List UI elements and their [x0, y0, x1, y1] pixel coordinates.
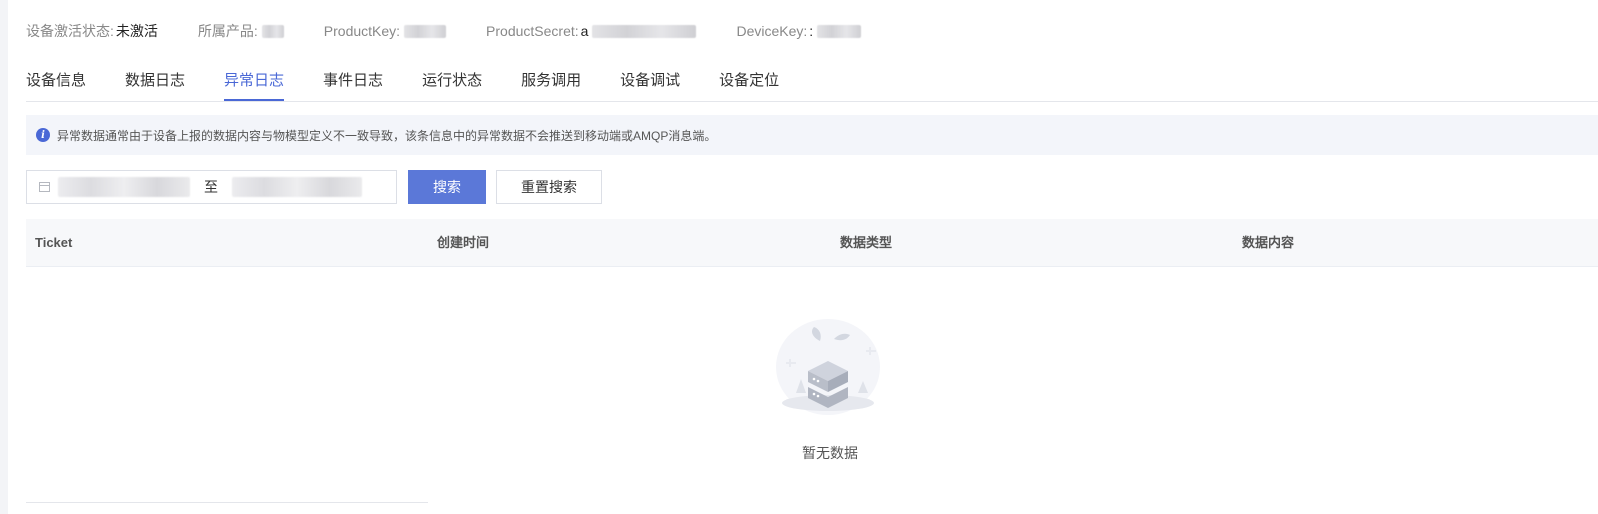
reset-search-button[interactable]: 重置搜索	[496, 170, 602, 204]
info-icon: i	[36, 128, 50, 142]
device-key-prefix: :	[809, 23, 814, 39]
product-secret-info: ProductSecret: a	[486, 23, 697, 39]
product-secret-label: ProductSecret:	[486, 23, 579, 39]
notice-banner: i 异常数据通常由于设备上报的数据内容与物模型定义不一致导致，该条信息中的异常数…	[26, 115, 1598, 155]
device-key-label: DeviceKey:	[736, 23, 808, 39]
tab-service-call[interactable]: 服务调用	[521, 70, 581, 101]
tab-device-debug[interactable]: 设备调试	[620, 70, 680, 101]
device-key-info: DeviceKey: :	[736, 23, 862, 39]
product-secret-prefix: a	[580, 23, 589, 39]
product-secret-redacted	[592, 24, 697, 38]
notice-text: 异常数据通常由于设备上报的数据内容与物模型定义不一致导致，该条信息中的异常数据不…	[57, 128, 717, 143]
empty-state-text: 暂无数据	[802, 445, 858, 461]
empty-state: 暂无数据	[770, 315, 890, 465]
activation-label: 设备激活状态:	[26, 23, 114, 39]
product-key-label: ProductKey:	[323, 23, 401, 39]
range-separator: 至	[204, 179, 218, 195]
search-button[interactable]: 搜索	[408, 170, 486, 204]
date-range-picker[interactable]: 至	[26, 170, 397, 204]
tab-data-log[interactable]: 数据日志	[125, 70, 185, 101]
left-rail	[0, 0, 8, 514]
table-header: Ticket 创建时间 数据类型 数据内容	[26, 219, 1598, 267]
activation-value: 未激活	[115, 23, 158, 39]
column-header-ticket: Ticket	[35, 235, 73, 250]
product-key-redacted	[404, 24, 447, 38]
end-date-input[interactable]	[232, 177, 362, 197]
device-key-redacted	[817, 24, 862, 38]
column-header-data-content: 数据内容	[1242, 235, 1295, 250]
column-header-created-time: 创建时间	[437, 235, 490, 250]
tab-exception-log[interactable]: 异常日志	[224, 70, 285, 101]
product-info: 所属产品:	[198, 21, 284, 41]
product-value-redacted	[261, 24, 284, 38]
device-tabs: 设备信息 数据日志 异常日志 事件日志 运行状态 服务调用 设备调试 设备定位	[26, 70, 1598, 102]
empty-database-icon	[776, 319, 880, 415]
calendar-icon	[39, 182, 50, 192]
activation-status: 设备激活状态: 未激活	[26, 21, 158, 41]
product-key-info: ProductKey:	[323, 23, 447, 39]
product-label: 所属产品:	[197, 23, 258, 39]
start-date-input[interactable]	[58, 177, 190, 197]
tab-device-location[interactable]: 设备定位	[719, 70, 779, 101]
tab-running-status[interactable]: 运行状态	[422, 70, 482, 101]
column-header-data-type: 数据类型	[840, 235, 893, 250]
tab-event-log[interactable]: 事件日志	[323, 70, 383, 101]
divider	[26, 502, 428, 503]
device-info-bar: 设备激活状态: 未激活 所属产品: ProductKey: ProductSec…	[26, 20, 901, 42]
tab-device-info[interactable]: 设备信息	[26, 70, 86, 101]
